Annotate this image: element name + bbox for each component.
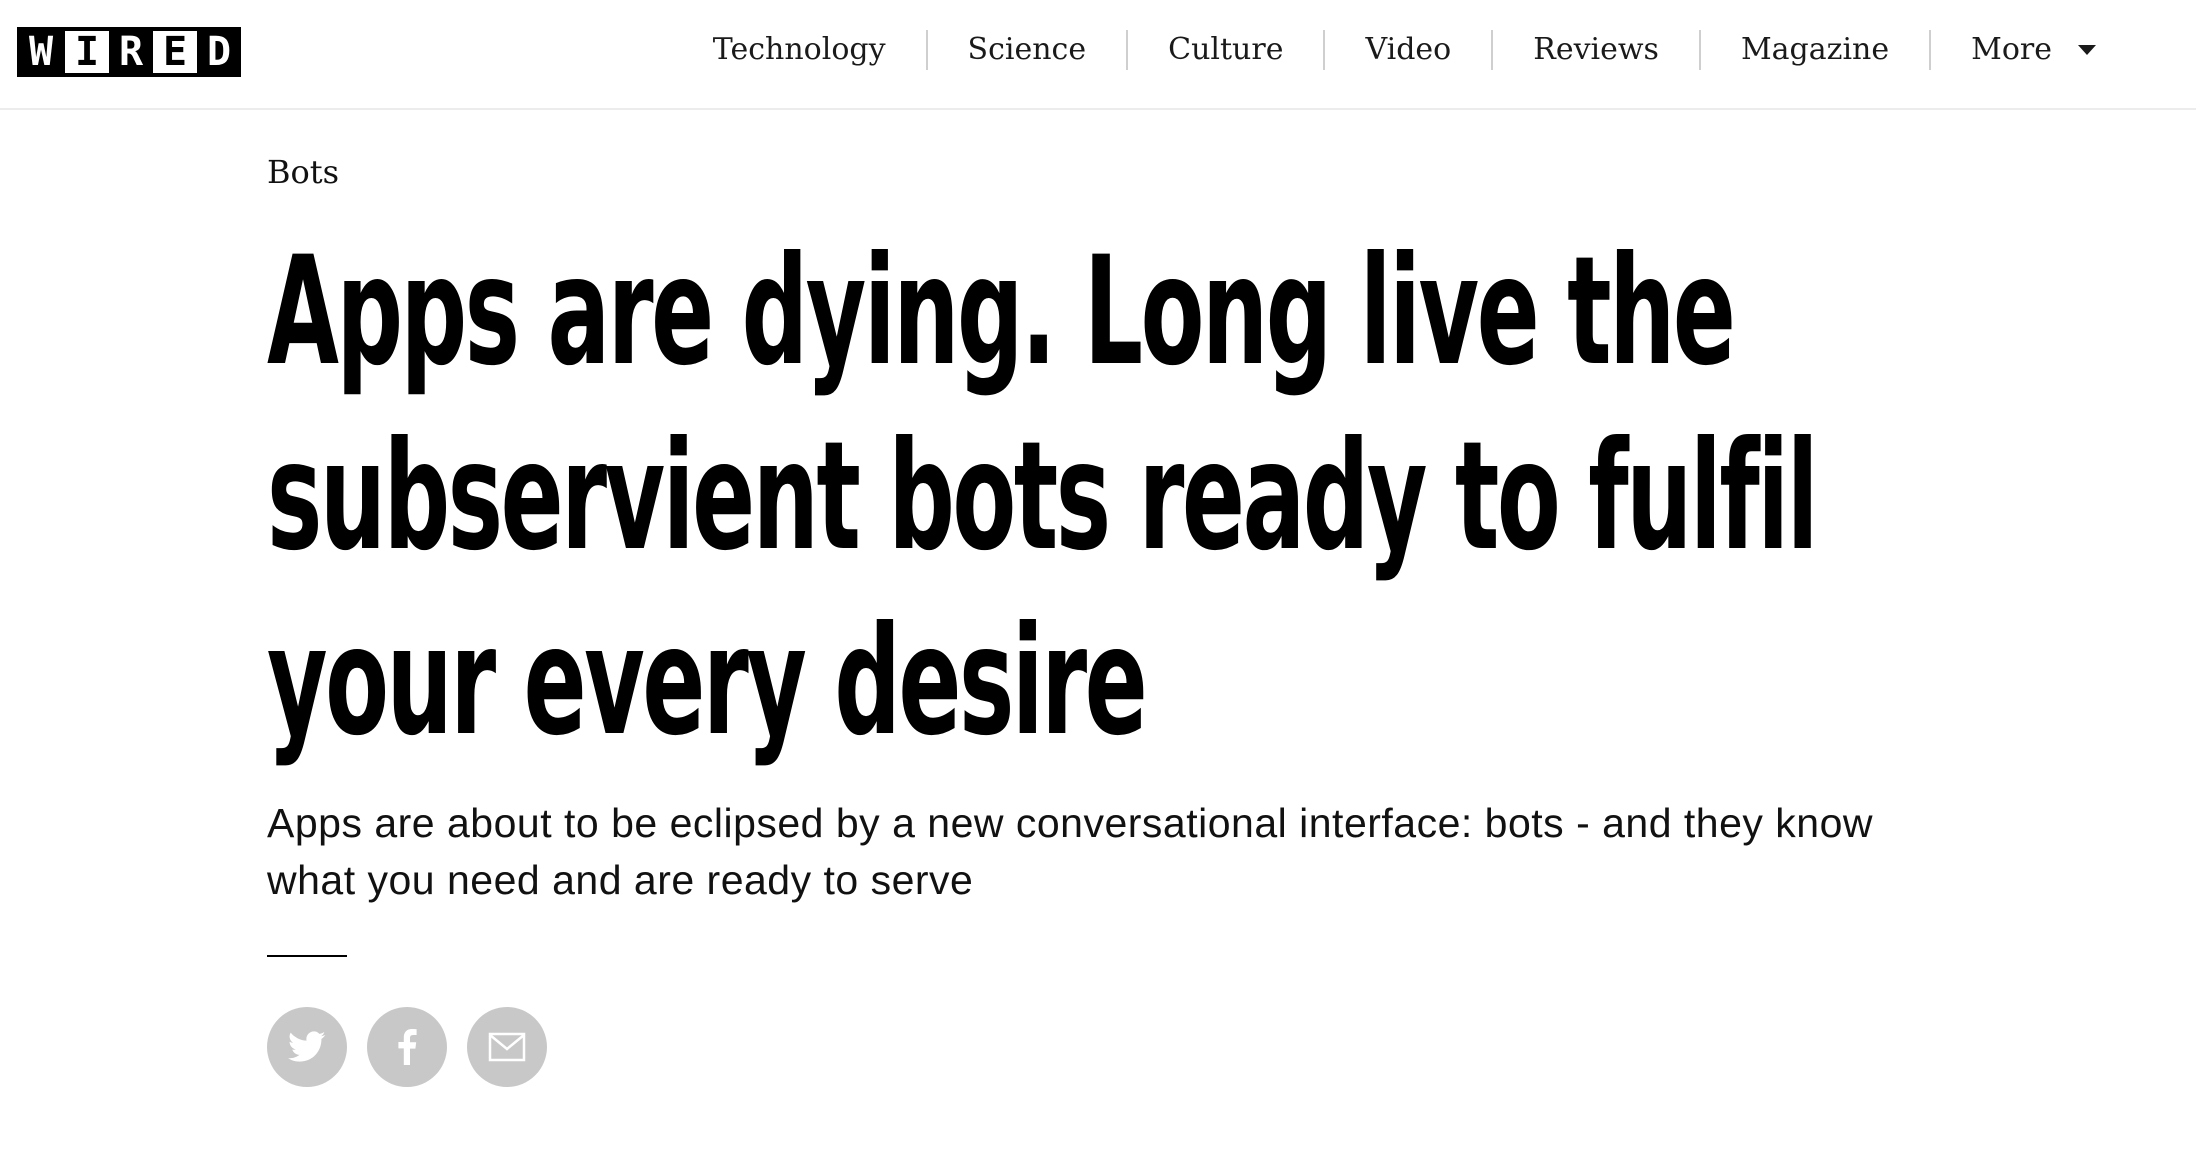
logo-letter: D	[197, 27, 241, 77]
nav-item-science[interactable]: Science	[928, 30, 1127, 70]
nav-item-magazine[interactable]: Magazine	[1701, 30, 1929, 70]
logo-letter: E	[153, 27, 197, 77]
article-headline: Apps are dying. Long live the subservien…	[267, 225, 1819, 769]
article-header: Bots Apps are dying. Long live the subse…	[267, 110, 1967, 1087]
facebook-icon	[398, 1029, 417, 1065]
divider-rule	[267, 955, 347, 957]
email-icon	[488, 1032, 526, 1062]
article-subheadline: Apps are about to be eclipsed by a new c…	[267, 800, 1874, 903]
twitter-icon	[288, 1031, 326, 1062]
logo-letter: I	[65, 27, 109, 77]
caret-down-icon	[2078, 45, 2096, 55]
article-category[interactable]: Bots	[267, 152, 1967, 192]
main-nav: Technology Science Culture Video Reviews…	[673, 22, 2136, 78]
nav-item-more[interactable]: More	[1931, 30, 2136, 70]
logo-letter: W	[17, 27, 65, 77]
share-buttons	[267, 1007, 1967, 1087]
nav-item-reviews[interactable]: Reviews	[1493, 30, 1699, 70]
site-header: W I R E D Technology Science Culture Vid…	[0, 0, 2196, 110]
share-twitter-button[interactable]	[267, 1007, 347, 1087]
nav-item-video[interactable]: Video	[1325, 30, 1491, 70]
nav-more-label: More	[1971, 32, 2052, 67]
share-facebook-button[interactable]	[367, 1007, 447, 1087]
logo-letter: R	[109, 27, 153, 77]
nav-item-technology[interactable]: Technology	[673, 30, 926, 70]
share-email-button[interactable]	[467, 1007, 547, 1087]
wired-logo[interactable]: W I R E D	[17, 26, 241, 78]
nav-item-culture[interactable]: Culture	[1128, 30, 1323, 70]
